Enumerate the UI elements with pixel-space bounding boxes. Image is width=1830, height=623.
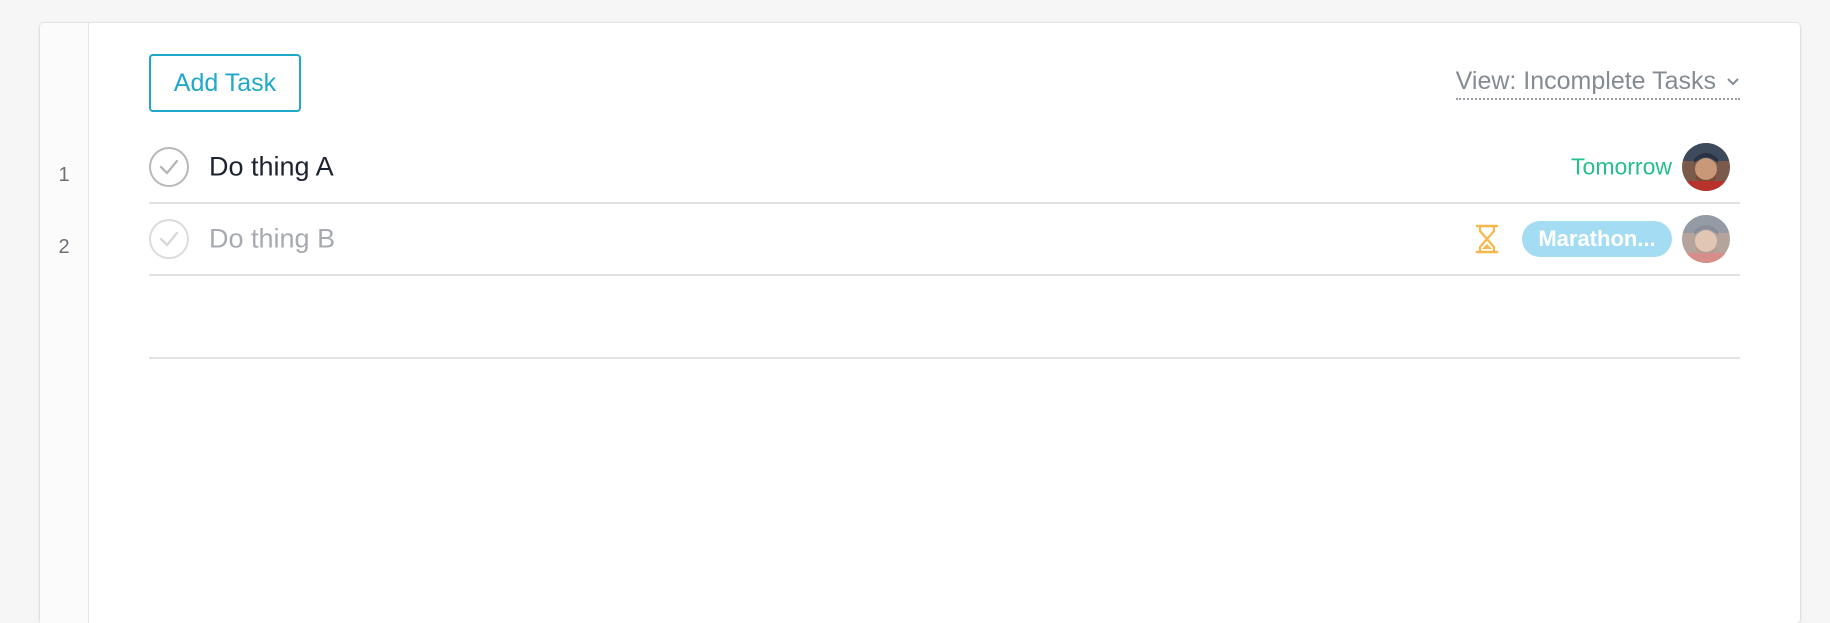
chevron-down-icon	[1727, 77, 1739, 85]
project-tag[interactable]: Marathon...	[1522, 221, 1672, 257]
task-list-panel: 1 2 Add Task View: Incomplete Tasks Do t…	[40, 23, 1800, 623]
task-row[interactable]: Do thing A Tomorrow	[149, 132, 1740, 204]
assignee-avatar[interactable]	[1682, 143, 1730, 191]
line-number: 1	[58, 164, 70, 186]
user-avatar-icon	[1682, 143, 1730, 191]
complete-task-checkbox[interactable]	[149, 219, 189, 259]
user-avatar-icon	[1682, 215, 1730, 263]
view-filter-dropdown[interactable]: View: Incomplete Tasks	[1455, 67, 1740, 100]
empty-task-row-divider[interactable]	[149, 357, 1740, 359]
due-date[interactable]: Tomorrow	[1571, 154, 1672, 181]
hourglass-icon	[1474, 224, 1500, 254]
assignee-avatar[interactable]	[1682, 215, 1730, 263]
checkmark-icon	[159, 159, 179, 175]
task-row[interactable]: Do thing B Marathon...	[149, 204, 1740, 276]
line-number-gutter: 1 2	[40, 23, 89, 623]
task-name[interactable]: Do thing A	[209, 152, 334, 183]
task-name[interactable]: Do thing B	[209, 224, 335, 255]
add-task-button[interactable]: Add Task	[149, 54, 301, 112]
checkmark-icon	[159, 231, 179, 247]
view-filter-label: View: Incomplete Tasks	[1455, 67, 1716, 95]
complete-task-checkbox[interactable]	[149, 147, 189, 187]
line-number: 2	[58, 236, 70, 258]
